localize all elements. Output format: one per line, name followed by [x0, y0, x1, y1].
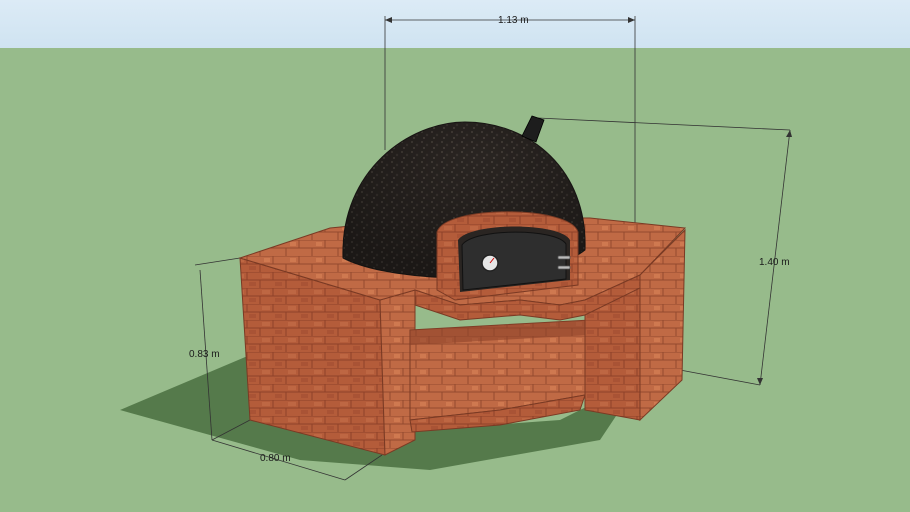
3d-viewport[interactable]: 1.13 m 1.40 m 0.83 m 0.80 m	[0, 0, 910, 512]
dimension-height-label: 1.40 m	[759, 257, 790, 268]
dimension-base-height-label: 0.83 m	[189, 349, 220, 360]
dimension-width-label: 1.13 m	[498, 15, 529, 26]
dimension-depth-label: 0.80 m	[260, 453, 291, 464]
thermometer-icon	[481, 254, 499, 272]
oven-model-drawing[interactable]	[0, 0, 910, 512]
